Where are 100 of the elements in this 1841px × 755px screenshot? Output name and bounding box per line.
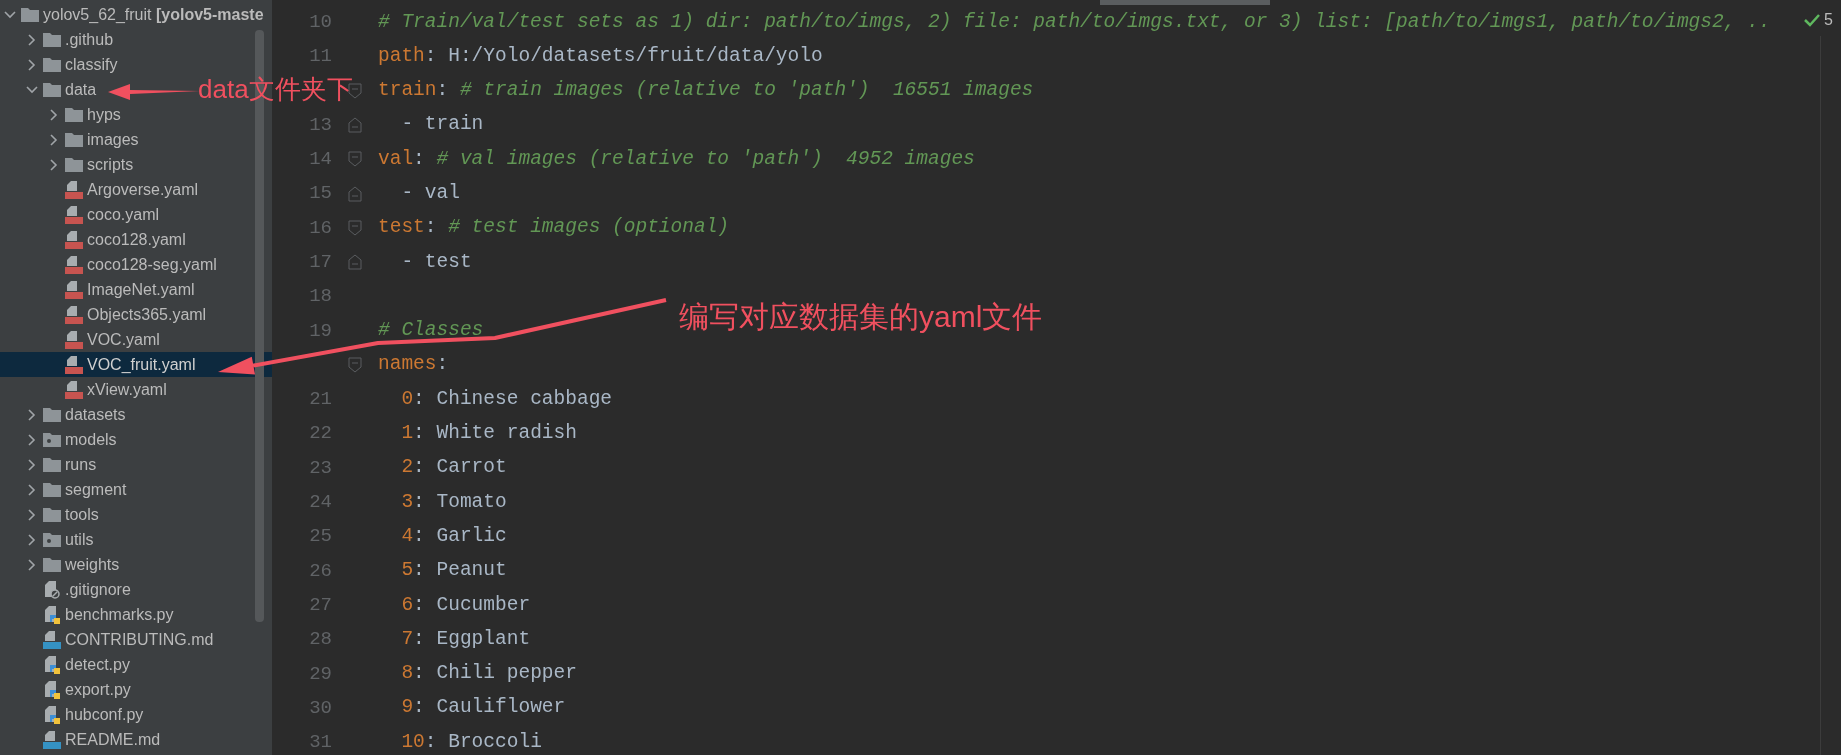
inspection-count[interactable]: 5 [1824, 8, 1839, 32]
code-line: names: [378, 352, 449, 378]
line-number: 27 [309, 593, 332, 616]
file-icon [65, 330, 83, 349]
line-number: 29 [309, 662, 332, 685]
tree-item[interactable]: coco.yaml [0, 202, 160, 227]
code-line: 2: Carrot [400, 455, 507, 481]
line-number: 11 [309, 45, 332, 68]
code-line: - val [400, 181, 460, 206]
file-icon [43, 730, 61, 749]
tree-item[interactable]: VOC.yaml [0, 327, 160, 352]
folder-icon [65, 132, 83, 147]
tree-item[interactable]: runs [0, 452, 97, 477]
ignored-file-icon [43, 580, 61, 599]
file-icon [65, 255, 83, 274]
code-line: 7: Eggplant [400, 626, 531, 652]
code-line: 8: Chili pepper [400, 661, 577, 687]
line-number: 24 [309, 491, 332, 514]
tree-item[interactable]: export.py [0, 677, 131, 702]
tree-item[interactable]: yolov5_62_fruit [yolov5-maste [0, 2, 264, 27]
tree-item[interactable]: README.md [0, 727, 161, 752]
line-number: 19 [309, 319, 332, 342]
chevron-right-icon[interactable] [50, 108, 58, 121]
chevron-right-icon[interactable] [28, 408, 36, 421]
code-line: 5: Peanut [400, 558, 507, 584]
chevron-right-icon[interactable] [50, 133, 58, 146]
tree-item[interactable]: coco128.yaml [0, 227, 186, 252]
tree-item[interactable]: hyps [0, 102, 121, 127]
tree-item[interactable]: segment [0, 477, 127, 502]
line-number: 10 [309, 10, 332, 33]
chevron-right-icon[interactable] [28, 533, 36, 546]
chevron-right-icon[interactable] [28, 58, 36, 71]
folder-icon [21, 7, 39, 22]
python-file-icon [43, 655, 61, 674]
folder-icon [43, 457, 61, 472]
line-number: 21 [309, 388, 332, 411]
line-number: 23 [309, 456, 332, 479]
tree-item[interactable]: hubconf.py [0, 702, 144, 727]
code-line: 1: White radish [400, 421, 577, 447]
tree-item[interactable]: images [0, 127, 139, 152]
folder-icon [43, 57, 61, 72]
code-line: 0: Chinese cabbage [400, 386, 613, 412]
chevron-right-icon[interactable] [28, 558, 36, 571]
chevron-right-icon[interactable] [28, 433, 36, 446]
code-line: 4: Garlic [400, 523, 507, 549]
tree-item[interactable]: models [0, 427, 117, 452]
line-number: 25 [309, 525, 332, 548]
folder-icon [43, 32, 61, 47]
scrollbar[interactable] [1100, 0, 1270, 5]
code-line: 6: Cucumber [400, 592, 531, 618]
chevron-down-icon[interactable] [4, 10, 16, 19]
tree-item[interactable]: Argoverse.yaml [0, 177, 199, 202]
check-icon[interactable] [1804, 13, 1821, 27]
line-number: 18 [309, 285, 332, 308]
code-line: 3: Tomato [400, 489, 507, 515]
tree-item[interactable]: scripts [0, 152, 134, 177]
chevron-right-icon[interactable] [28, 33, 36, 46]
annotation-text: data文件夹下 [198, 73, 353, 106]
tree-item[interactable]: ImageNet.yaml [0, 277, 195, 302]
tree-item[interactable]: coco128-seg.yaml [0, 252, 217, 277]
line-number: 13 [309, 113, 332, 136]
tree-item[interactable]: CONTRIBUTING.md [0, 627, 214, 652]
chevron-right-icon[interactable] [28, 483, 36, 496]
line-number: 30 [309, 696, 332, 719]
tree-item[interactable]: .gitignore [0, 577, 131, 602]
folder-icon [43, 507, 61, 522]
code-line: val: # val images (relative to 'path') 4952 images [378, 146, 975, 172]
code-line: path: H:/Yolo/datasets/fruit/data/yolo [378, 43, 823, 69]
folder-icon [43, 407, 61, 422]
file-icon [65, 280, 83, 299]
chevron-down-icon[interactable] [26, 85, 38, 94]
line-number: 26 [309, 559, 332, 582]
code-line: # Classes [378, 318, 484, 344]
line-number: 31 [309, 731, 332, 754]
tree-item[interactable]: detect.py [0, 652, 130, 677]
code-line: 9: Cauliflower [400, 695, 566, 721]
code-line: test: # test images (optional) [378, 215, 730, 241]
chevron-right-icon[interactable] [28, 508, 36, 521]
line-number: 17 [309, 250, 332, 273]
tree-item[interactable]: utils [0, 527, 94, 552]
chevron-right-icon[interactable] [50, 158, 58, 171]
tree-item[interactable]: VOC_fruit.yaml [0, 352, 272, 377]
tree-item[interactable]: tools [0, 502, 99, 527]
file-icon [65, 230, 83, 249]
file-icon [65, 180, 83, 199]
file-icon [65, 355, 83, 374]
tree-item[interactable]: classify [0, 52, 118, 77]
file-icon [65, 380, 83, 399]
tree-item[interactable]: Objects365.yaml [0, 302, 207, 327]
code-line: train: # train images (relative to 'path') 16551 images [378, 78, 1034, 104]
tree-item[interactable]: datasets [0, 402, 126, 427]
tree-item[interactable]: weights [0, 552, 120, 577]
tree-item[interactable]: data [0, 77, 97, 102]
chevron-right-icon[interactable] [28, 458, 36, 471]
tree-item[interactable]: benchmarks.py [0, 602, 174, 627]
folder-icon [65, 107, 83, 122]
tree-item[interactable]: .github [0, 27, 114, 52]
tree-item[interactable]: xView.yaml [0, 377, 167, 402]
line-number: 14 [309, 148, 332, 171]
python-file-icon [43, 605, 61, 624]
